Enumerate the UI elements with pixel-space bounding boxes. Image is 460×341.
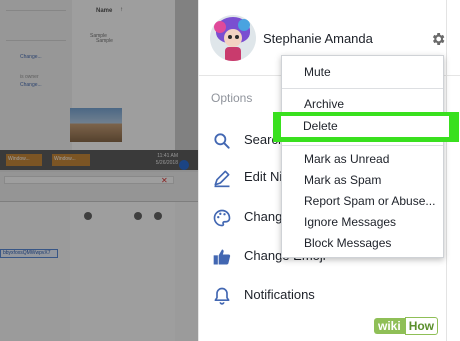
profile-name[interactable]: Stephanie Amanda (263, 31, 373, 46)
pencil-icon (214, 170, 230, 188)
menu-item-mark-unread[interactable]: Mark as Unread (282, 149, 443, 169)
watermark-wiki: wiki (374, 318, 405, 334)
menu-item-mark-spam[interactable]: Mark as Spam (282, 170, 443, 190)
settings-dropdown-menu: Mute Archive Mark as Unread Mark as Spam… (281, 55, 444, 258)
avatar-accent (214, 21, 226, 33)
screenshot-stage: Change... Change... is owner Name ↑ Samp… (0, 0, 460, 341)
avatar[interactable] (210, 15, 256, 61)
avatar-face (224, 29, 242, 47)
avatar-accent (238, 19, 250, 31)
bell-icon (214, 287, 230, 305)
menu-item-ignore-messages[interactable]: Ignore Messages (282, 212, 443, 232)
palette-icon (213, 209, 231, 227)
menu-item-delete-label: Delete (303, 119, 338, 133)
option-label: Notifications (244, 287, 315, 302)
avatar-body (225, 47, 241, 61)
gear-icon[interactable] (430, 31, 446, 47)
avatar-eye (228, 35, 232, 39)
background-screen: Change... Change... is owner Name ↑ Samp… (0, 0, 198, 341)
wikihow-watermark: wiki How (374, 316, 439, 336)
menu-item-mute[interactable]: Mute (282, 62, 443, 82)
menu-item-archive[interactable]: Archive (282, 94, 443, 114)
menu-item-report-spam[interactable]: Report Spam or Abuse... (282, 191, 443, 211)
watermark-how: How (404, 317, 439, 335)
dim-overlay (0, 0, 198, 341)
menu-item-block-messages[interactable]: Block Messages (282, 233, 443, 253)
thumbs-up-icon (213, 249, 231, 265)
search-icon (214, 133, 230, 149)
option-notifications[interactable]: Notifications (198, 280, 460, 310)
menu-divider (282, 145, 443, 146)
options-heading: Options (211, 91, 253, 105)
menu-divider (282, 88, 443, 89)
avatar-eye (235, 35, 239, 39)
